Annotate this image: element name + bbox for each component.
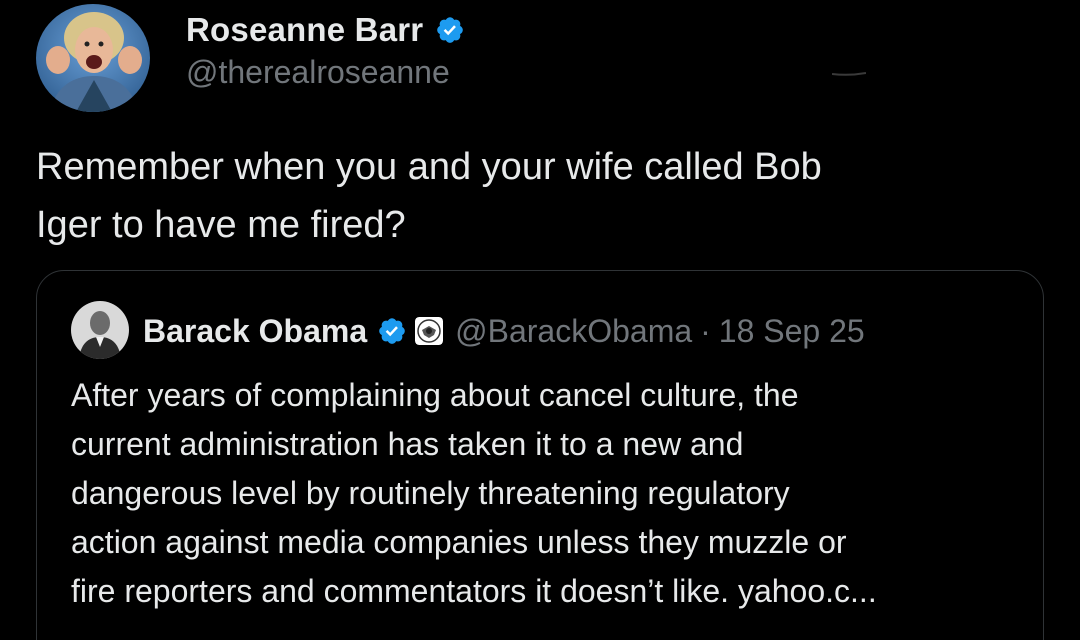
author-avatar[interactable] (36, 4, 150, 112)
verified-badge-icon[interactable] (435, 15, 465, 45)
quoted-author-handle[interactable]: @BarackObama (455, 313, 692, 350)
quoted-tweet-card[interactable]: Barack Obama @BarackObama · 18 Sep 25 Af… (36, 270, 1044, 640)
quoted-author-avatar[interactable] (71, 301, 129, 359)
author-avatar-image (36, 4, 150, 112)
tweet-text-line-1: Remember when you and your wife called B… (36, 146, 822, 188)
header-separator: · (700, 312, 711, 349)
quoted-text-line-5[interactable]: fire reporters and commentators it doesn… (71, 573, 877, 609)
quoted-author-display-name[interactable]: Barack Obama (143, 313, 367, 350)
quoted-tweet-text: After years of complaining about cancel … (71, 371, 1021, 616)
quoted-text-line-2: current administration has taken it to a… (71, 426, 744, 462)
presidential-seal-icon[interactable] (415, 317, 444, 345)
quoted-tweet-date[interactable]: 18 Sep 25 (719, 313, 865, 350)
tweet-text-line-2: Iger to have me fired? (36, 204, 406, 246)
quoted-verified-badge-icon[interactable] (377, 316, 407, 346)
quoted-text-line-4: action against media companies unless th… (71, 524, 847, 560)
quoted-text-line-3: dangerous level by routinely threatening… (71, 475, 790, 511)
quoted-text-line-1: After years of complaining about cancel … (71, 377, 799, 413)
author-display-name[interactable]: Roseanne Barr (186, 11, 423, 49)
author-name-row: Roseanne Barr (186, 10, 465, 50)
quoted-author-avatar-image (71, 301, 129, 359)
divider-artifact (832, 72, 866, 76)
quoted-tweet-header: Barack Obama @BarackObama · 18 Sep 25 (143, 309, 865, 353)
author-handle[interactable]: @therealroseanne (186, 54, 450, 91)
tweet: Roseanne Barr @therealroseanne Remember … (0, 0, 1080, 640)
tweet-text: Remember when you and your wife called B… (36, 138, 1036, 254)
